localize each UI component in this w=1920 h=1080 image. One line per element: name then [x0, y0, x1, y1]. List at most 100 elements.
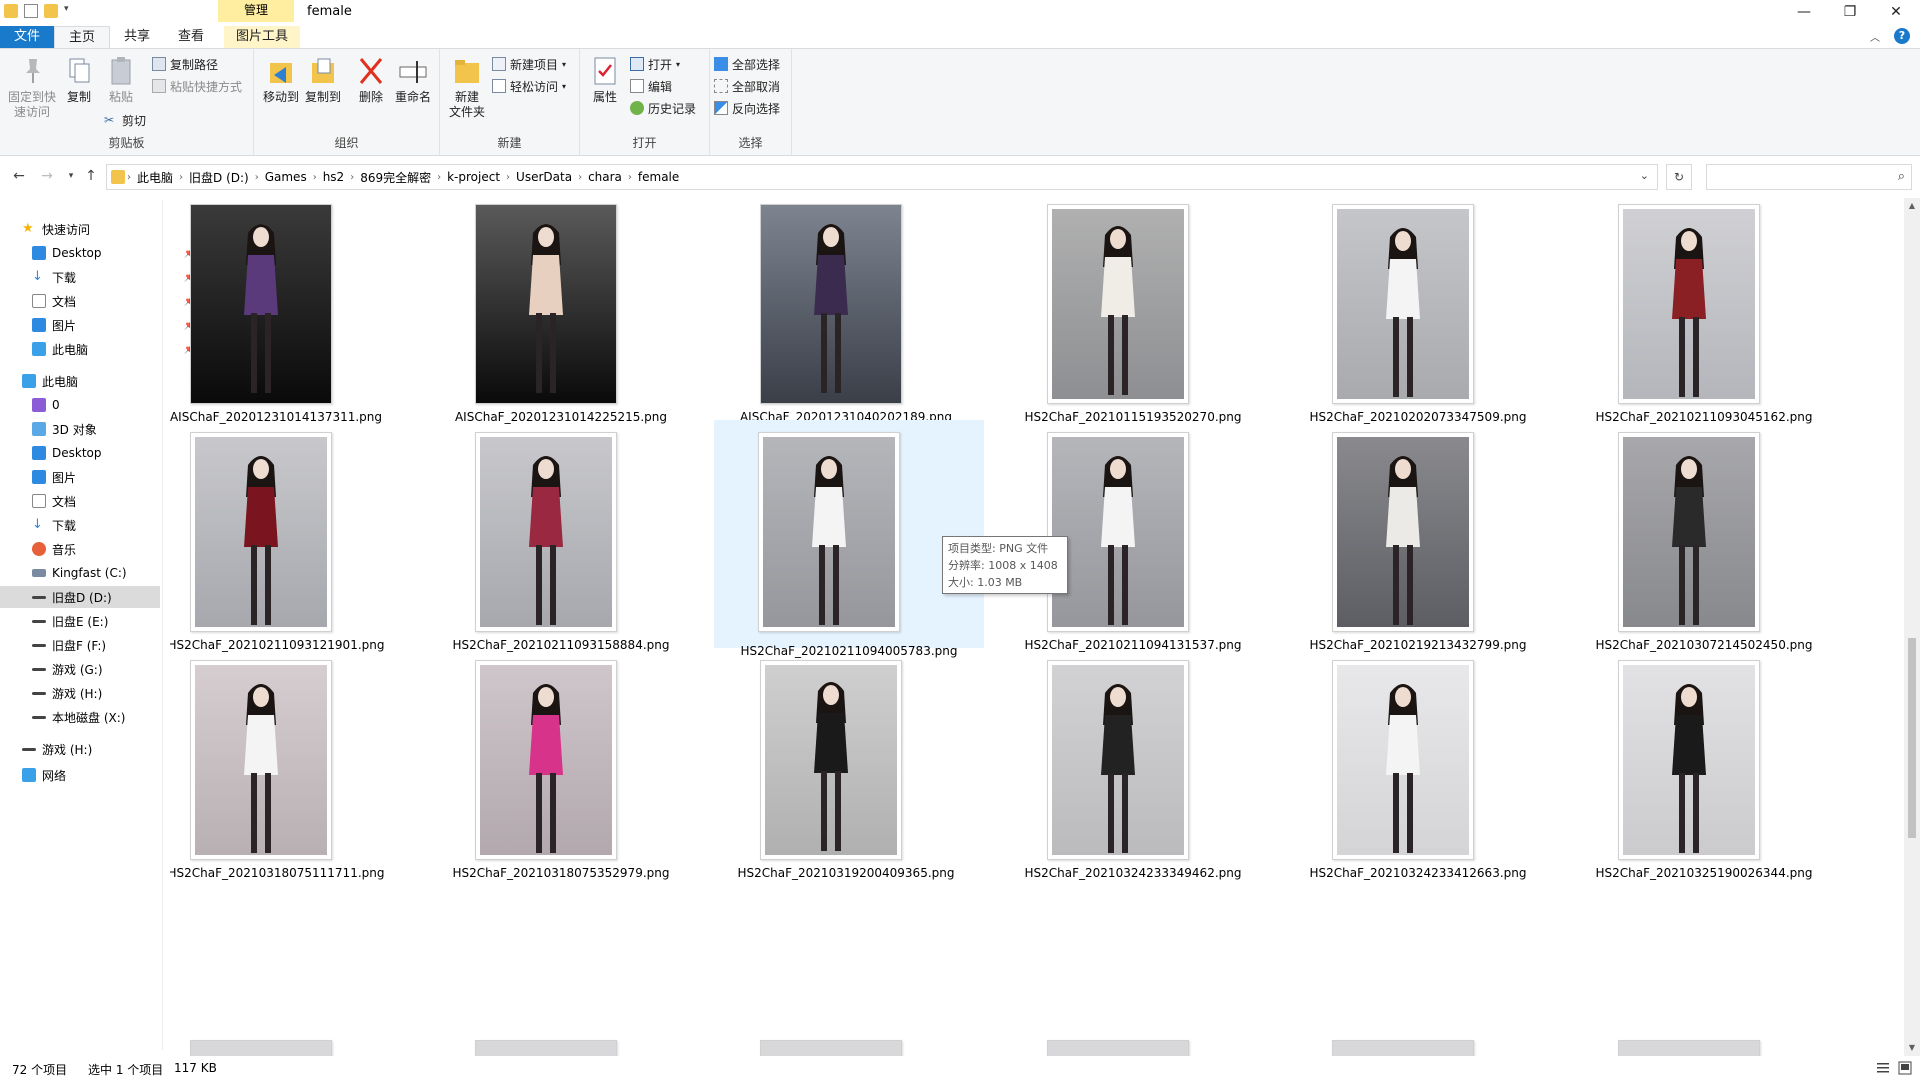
nav-pc-item[interactable]: 游戏 (G:) [32, 658, 192, 680]
breadcrumb-k-project[interactable]: k-project [441, 170, 506, 184]
history-button[interactable]: 历史记录 [630, 99, 696, 117]
large-icons-view-icon[interactable] [1898, 1061, 1912, 1075]
invert-selection-button[interactable]: 反向选择 [714, 99, 780, 117]
nav-quick-desktop[interactable]: Desktop 📌 [32, 242, 196, 264]
file-item[interactable]: HS2ChaF_20210318075111711.png [170, 654, 410, 926]
file-thumbnail-partial[interactable] [190, 1040, 332, 1056]
nav-pc-item[interactable]: Desktop [32, 442, 192, 464]
cut-label: 剪切 [122, 113, 147, 128]
nav-pc-item[interactable]: 旧盘F (F:) [32, 634, 192, 656]
copy-path-button[interactable]: 复制路径 [152, 55, 218, 73]
file-thumbnail-partial[interactable] [1047, 1040, 1189, 1056]
nav-pc-item[interactable]: 本地磁盘 (X:) [32, 706, 192, 728]
easy-access-button[interactable]: 轻松访问 ▾ [492, 77, 566, 95]
nav-pc-item[interactable]: 图片 [32, 466, 192, 488]
recent-locations-chevron-icon[interactable]: ▾ [62, 171, 80, 181]
customize-toolbar-icon[interactable]: ▾ [64, 4, 74, 18]
file-item[interactable]: HS2ChaF_20210319200409365.png [712, 654, 980, 926]
nav-pc-item[interactable]: 音乐 [32, 538, 192, 560]
pin-quick-access-button[interactable]: 固定到快 速访问 [6, 55, 58, 120]
close-button[interactable]: ✕ [1873, 0, 1919, 26]
properties-icon[interactable] [24, 4, 38, 18]
nav-pc-item[interactable]: 0 [32, 394, 192, 416]
select-none-button[interactable]: 全部取消 [714, 77, 780, 95]
file-item[interactable]: HS2ChaF_20210211094005783.png [714, 420, 984, 658]
breadcrumb-869[interactable]: 869完全解密 [354, 169, 437, 186]
nav-pc-item[interactable]: 3D 对象 [32, 418, 192, 440]
breadcrumb-drive-d[interactable]: 旧盘D (D:) [183, 169, 255, 186]
address-bar[interactable]: › 此电脑 › 旧盘D (D:) › Games › hs2 › 869完全解密… [106, 164, 1658, 190]
file-thumbnail [475, 204, 617, 404]
character-figure [226, 675, 296, 868]
nav-quick-documents[interactable]: 文档 📌 [32, 290, 196, 312]
nav-pc-item[interactable]: 文档 [32, 490, 192, 512]
nav-pc-item[interactable]: 游戏 (H:) [32, 682, 192, 704]
tab-share[interactable]: 共享 [110, 26, 164, 48]
scrollbar-thumb[interactable] [1908, 638, 1916, 838]
properties-button[interactable]: 属性 [584, 55, 626, 105]
thumbnail-image [1337, 437, 1469, 627]
new-folder-icon[interactable] [44, 4, 58, 18]
up-arrow-icon[interactable]: ↑ [82, 168, 100, 184]
nav-pc-item[interactable]: ↓ 下载 [32, 514, 192, 536]
video-icon [32, 398, 46, 412]
nav-quick-downloads[interactable]: ↓ 下载 📌 [32, 266, 196, 288]
minimize-button[interactable]: — [1781, 0, 1827, 26]
new-item-button[interactable]: 新建项目 ▾ [492, 55, 566, 73]
breadcrumb-hs2[interactable]: hs2 [317, 170, 351, 184]
file-item[interactable]: HS2ChaF_20210325190026344.png [1570, 654, 1838, 926]
file-thumbnail-partial[interactable] [475, 1040, 617, 1056]
nav-extra-drive[interactable]: 游戏 (H:) [22, 738, 182, 760]
scroll-up-arrow-icon[interactable]: ▲ [1904, 198, 1920, 214]
tab-file[interactable]: 文件 [0, 26, 54, 48]
breadcrumb-chara[interactable]: chara [582, 170, 628, 184]
rename-button[interactable]: 重命名 [392, 55, 434, 105]
nav-quick-pictures[interactable]: 图片 📌 [32, 314, 196, 336]
help-icon[interactable]: ? [1894, 28, 1910, 44]
back-arrow-icon[interactable]: ← [10, 168, 28, 184]
scroll-down-arrow-icon[interactable]: ▼ [1904, 1040, 1920, 1056]
file-item[interactable]: HS2ChaF_20210318075352979.png [427, 654, 695, 926]
breadcrumb-female[interactable]: female [632, 170, 685, 184]
tab-manage[interactable]: 管理 [218, 0, 294, 22]
move-to-button[interactable]: 移动到 [260, 55, 302, 105]
tab-picture-tools[interactable]: 图片工具 [224, 26, 301, 48]
new-folder-button[interactable]: 新建 文件夹 [446, 55, 488, 120]
maximize-button[interactable]: ❐ [1827, 0, 1873, 26]
delete-button[interactable]: 删除 [350, 55, 392, 105]
nav-quick-access[interactable]: ★ 快速访问 [22, 218, 182, 240]
breadcrumb-this-pc[interactable]: 此电脑 [131, 169, 179, 186]
copy-to-button[interactable]: 复制到 [302, 55, 344, 105]
address-history-chevron-icon[interactable]: ⌄ [1640, 169, 1649, 182]
breadcrumb-games[interactable]: Games [259, 170, 313, 184]
refresh-icon[interactable]: ↻ [1666, 164, 1692, 190]
file-thumbnail-partial[interactable] [1618, 1040, 1760, 1056]
vertical-scrollbar[interactable]: ▲ ▼ [1904, 198, 1920, 1056]
select-none-icon [714, 79, 728, 93]
edit-button[interactable]: 编辑 [630, 77, 672, 95]
nav-pc-item[interactable]: 旧盘E (E:) [32, 610, 192, 632]
paste-button[interactable]: 粘贴 [100, 55, 142, 105]
paste-shortcut-button[interactable]: 粘贴快捷方式 [152, 77, 242, 95]
file-item[interactable]: HS2ChaF_20210324233412663.png [1284, 654, 1552, 926]
nav-pc-item[interactable]: Kingfast (C:) [32, 562, 192, 584]
select-all-button[interactable]: 全部选择 [714, 55, 780, 73]
details-view-icon[interactable] [1876, 1061, 1890, 1075]
file-thumbnail-partial[interactable] [1332, 1040, 1474, 1056]
file-item[interactable]: HS2ChaF_20210324233349462.png [999, 654, 1267, 926]
window-title: female [307, 4, 352, 19]
nav-network[interactable]: 网络 [22, 764, 182, 786]
copy-button[interactable]: 复制 [58, 55, 100, 105]
nav-quick-this-pc[interactable]: 此电脑 📌 [32, 338, 196, 360]
search-input[interactable]: ⌕ [1706, 164, 1912, 190]
cut-button[interactable]: ✂ 剪切 [104, 111, 146, 129]
open-button[interactable]: 打开 ▾ [630, 55, 680, 73]
nav-pc-item-selected[interactable]: 旧盘D (D:) [0, 586, 160, 608]
tab-home[interactable]: 主页 [54, 26, 111, 48]
file-thumbnail-partial[interactable] [760, 1040, 902, 1056]
forward-arrow-icon[interactable]: → [38, 168, 56, 184]
nav-this-pc[interactable]: 此电脑 [22, 370, 182, 392]
collapse-ribbon-icon[interactable]: ︿ [1870, 29, 1880, 44]
breadcrumb-userdata[interactable]: UserData [510, 170, 578, 184]
tab-view[interactable]: 查看 [164, 26, 218, 48]
